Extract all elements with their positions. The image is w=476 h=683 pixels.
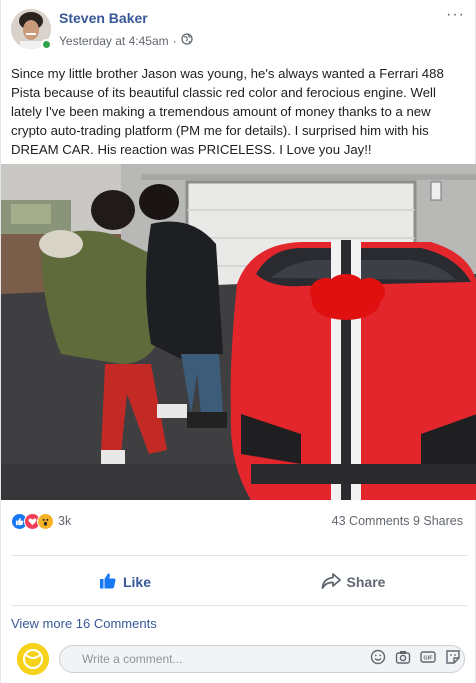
commenter-avatar	[17, 643, 49, 675]
post-timestamp[interactable]: Yesterday at 4:45am	[59, 34, 169, 48]
wow-icon	[37, 512, 54, 530]
post-card: Steven Baker Yesterday at 4:45am · ··· S…	[0, 0, 476, 683]
like-label: Like	[122, 574, 151, 590]
globe-icon[interactable]	[180, 33, 193, 48]
post-author-name[interactable]: Steven Baker	[59, 10, 148, 26]
svg-text:GIF: GIF	[423, 656, 433, 662]
comment-count[interactable]: 43 Comments	[332, 514, 410, 528]
thumbs-up-icon	[99, 572, 117, 593]
meta-separator: ·	[172, 33, 177, 48]
post-text: Since my little brother Jason was young,…	[11, 66, 444, 157]
post-photo[interactable]	[1, 164, 476, 500]
like-button[interactable]: Like	[11, 558, 239, 606]
divider	[11, 555, 467, 556]
reaction-count: 3k	[58, 514, 72, 528]
post-meta: Yesterday at 4:45am ·	[59, 33, 193, 48]
comment-tools: GIF	[370, 649, 461, 665]
emoji-icon[interactable]	[370, 649, 386, 665]
sticker-icon[interactable]	[445, 649, 461, 665]
post-header: Steven Baker Yesterday at 4:45am · ···	[11, 6, 467, 53]
share-icon	[321, 572, 341, 593]
share-button[interactable]: Share	[239, 558, 467, 606]
online-status-dot	[41, 39, 52, 50]
camera-icon[interactable]	[395, 649, 411, 665]
gif-icon[interactable]: GIF	[420, 649, 436, 665]
divider	[11, 605, 467, 606]
more-options-icon[interactable]: ···	[446, 6, 465, 24]
post-stats: 43 Comments 9 Shares	[332, 514, 463, 528]
share-count[interactable]: 9 Shares	[413, 514, 463, 528]
share-label: Share	[346, 574, 386, 590]
post-actions: Like Share	[11, 558, 467, 606]
reaction-summary[interactable]: 3k	[11, 512, 71, 530]
comment-composer: Write a comment... GIF	[17, 643, 469, 675]
view-more-comments-link[interactable]: View more 16 Comments	[11, 616, 157, 631]
